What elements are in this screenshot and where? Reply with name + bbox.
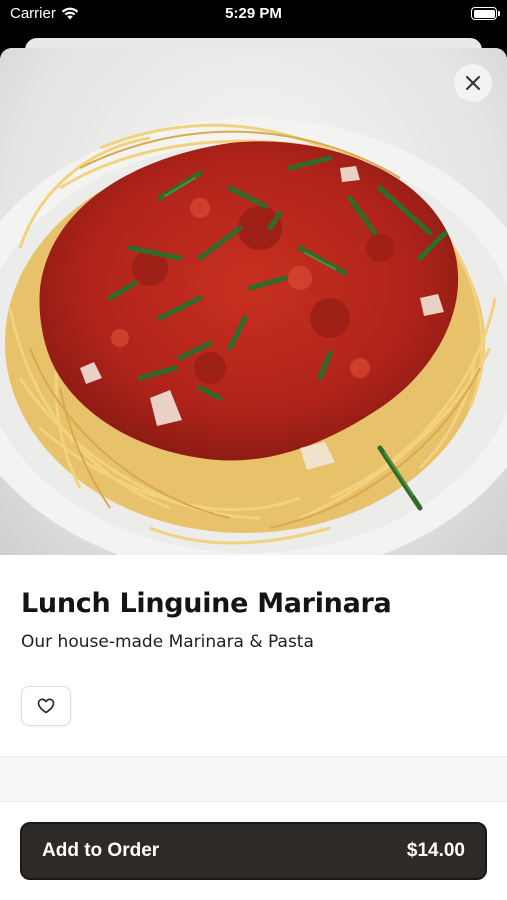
add-to-order-button[interactable]: Add to Order $14.00 <box>20 822 487 880</box>
price-label: $14.00 <box>406 840 465 861</box>
item-description: Our house-made Marinara & Pasta <box>21 632 314 652</box>
item-title: Lunch Linguine Marinara <box>21 588 392 619</box>
battery-icon <box>471 7 500 20</box>
close-button[interactable] <box>454 64 492 102</box>
close-icon <box>466 76 480 90</box>
heart-icon <box>37 698 55 714</box>
pasta-illustration <box>0 118 507 578</box>
add-to-order-label: Add to Order <box>42 840 160 861</box>
status-time: 5:29 PM <box>225 5 282 22</box>
item-photo <box>0 48 507 578</box>
status-bar: Carrier 5:29 PM <box>0 0 507 30</box>
favorite-button[interactable] <box>21 686 71 726</box>
section-divider <box>0 756 507 802</box>
item-detail-sheet: Lunch Linguine Marinara Our house-made M… <box>0 48 507 900</box>
